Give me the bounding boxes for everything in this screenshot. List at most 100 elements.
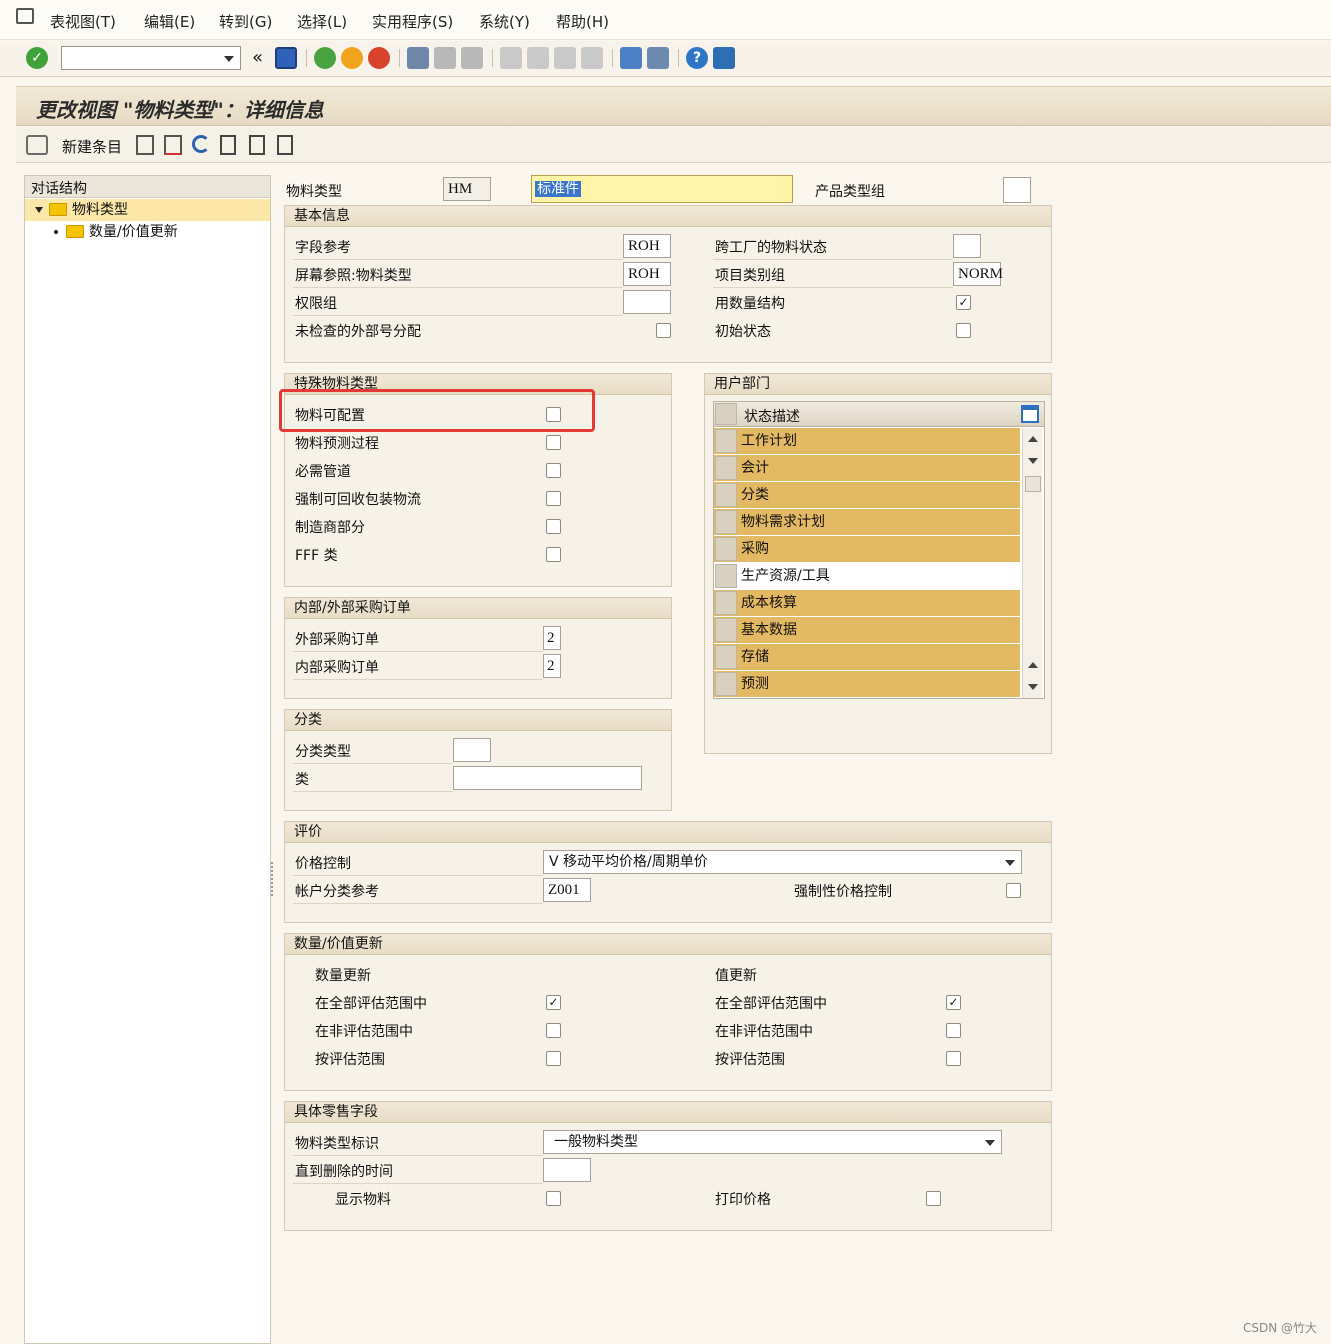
forced-price-control-checkbox[interactable] <box>1006 883 1021 898</box>
help-icon[interactable]: ? <box>686 47 708 69</box>
display-change-icon[interactable] <box>26 135 48 155</box>
menu-edit[interactable]: 编辑(E) <box>144 11 195 32</box>
class-type-field[interactable] <box>453 738 491 762</box>
scroll-up-icon[interactable] <box>1028 436 1038 442</box>
find-next-icon[interactable] <box>461 47 483 69</box>
table-row[interactable]: 工作计划 <box>714 428 1020 455</box>
row-selector[interactable] <box>715 618 737 642</box>
qty-structure-checkbox[interactable]: ✓ <box>956 295 971 310</box>
vertical-scrollbar[interactable] <box>1022 428 1042 698</box>
tree-item-material-type[interactable]: 物料类型 <box>25 199 270 221</box>
price-control-dropdown[interactable]: V 移动平均价格/周期单价 <box>543 850 1022 874</box>
print-price-checkbox[interactable] <box>926 1191 941 1206</box>
expand-triangle-icon[interactable] <box>35 207 43 213</box>
menu-goto[interactable]: 转到(G) <box>219 11 272 32</box>
row-selector[interactable] <box>715 564 737 588</box>
collapse-arrow-icon[interactable]: « <box>252 47 263 68</box>
qty-all-areas-checkbox[interactable]: ✓ <box>546 995 561 1010</box>
row-selector[interactable] <box>715 591 737 615</box>
print-icon[interactable] <box>407 47 429 69</box>
menu-selection[interactable]: 选择(L) <box>297 11 347 32</box>
class-field[interactable] <box>453 766 642 790</box>
table-settings-icon[interactable] <box>1021 405 1039 423</box>
menu-table-view[interactable]: 表视图(T) <box>50 11 116 32</box>
next-page-icon[interactable] <box>554 47 576 69</box>
enter-check-icon[interactable]: ✓ <box>26 47 48 69</box>
menu-system[interactable]: 系统(Y) <box>479 11 530 32</box>
field-ref-field[interactable]: ROH <box>623 234 671 258</box>
chevron-down-icon[interactable] <box>985 1140 995 1146</box>
item-category-group-field[interactable]: NORM <box>953 262 1003 286</box>
qty-no-areas-checkbox[interactable] <box>546 1023 561 1038</box>
scroll-thumb[interactable] <box>1025 476 1041 492</box>
mat-type-id-dropdown[interactable]: 一般物料类型 <box>543 1130 1002 1154</box>
first-page-icon[interactable] <box>500 47 522 69</box>
acct-cat-ref-field[interactable]: Z001 <box>543 878 591 902</box>
ext-po-field[interactable]: 2 <box>543 626 561 650</box>
cross-plant-status-field[interactable] <box>953 234 981 258</box>
row-selector[interactable] <box>715 510 737 534</box>
scroll-page-up-icon[interactable] <box>1028 662 1038 668</box>
back-icon[interactable] <box>314 47 336 69</box>
select-all-icon[interactable] <box>277 135 293 155</box>
exit-icon[interactable] <box>341 47 363 69</box>
table-row[interactable]: 预测 <box>714 671 1020 698</box>
table-row[interactable]: 成本核算 <box>714 590 1020 617</box>
val-no-areas-checkbox[interactable] <box>946 1023 961 1038</box>
initial-status-checkbox[interactable] <box>956 323 971 338</box>
row-selector[interactable] <box>715 537 737 561</box>
row-selector[interactable] <box>715 672 737 696</box>
layout-menu-icon[interactable] <box>713 47 735 69</box>
auth-group-field[interactable] <box>623 290 671 314</box>
product-type-group-field[interactable] <box>1003 177 1031 203</box>
new-entries-button[interactable]: 新建条目 <box>62 136 122 157</box>
row-selector[interactable] <box>715 456 737 480</box>
fff-class-checkbox[interactable] <box>546 547 561 562</box>
save-icon[interactable] <box>275 47 297 69</box>
manufacturer-part-checkbox[interactable] <box>546 519 561 534</box>
last-page-icon[interactable] <box>581 47 603 69</box>
table-row[interactable]: 会计 <box>714 455 1020 482</box>
select-all-cell[interactable] <box>715 403 737 425</box>
menu-utilities[interactable]: 实用程序(S) <box>372 11 453 32</box>
row-selector[interactable] <box>715 645 737 669</box>
next-entry-icon[interactable] <box>249 135 265 155</box>
returnable-packaging-checkbox[interactable] <box>546 491 561 506</box>
previous-page-icon[interactable] <box>527 47 549 69</box>
cancel-icon[interactable] <box>368 47 390 69</box>
find-icon[interactable] <box>434 47 456 69</box>
splitter-handle[interactable] <box>271 862 275 896</box>
tree-item-qty-value-update[interactable]: 数量/价值更新 <box>25 221 270 243</box>
int-po-field[interactable]: 2 <box>543 654 561 678</box>
undo-icon[interactable] <box>192 135 210 153</box>
table-row[interactable]: 基本数据 <box>714 617 1020 644</box>
menu-help[interactable]: 帮助(H) <box>556 11 609 32</box>
ext-no-checkbox[interactable] <box>656 323 671 338</box>
table-row[interactable]: 存储 <box>714 644 1020 671</box>
until-deletion-field[interactable] <box>543 1158 591 1182</box>
val-all-areas-checkbox[interactable]: ✓ <box>946 995 961 1010</box>
delete-icon[interactable] <box>164 135 182 155</box>
screen-ref-field[interactable]: ROH <box>623 262 671 286</box>
previous-entry-icon[interactable] <box>220 135 236 155</box>
pipeline-checkbox[interactable] <box>546 463 561 478</box>
column-header-status-desc[interactable]: 状态描述 <box>744 406 800 426</box>
material-type-desc-field[interactable]: 标准件 <box>531 175 793 203</box>
forecast-checkbox[interactable] <box>546 435 561 450</box>
shortcut-icon[interactable] <box>647 47 669 69</box>
qty-by-area-checkbox[interactable] <box>546 1051 561 1066</box>
scroll-down-icon[interactable] <box>1028 458 1038 464</box>
table-row[interactable]: 物料需求计划 <box>714 509 1020 536</box>
table-row[interactable]: 生产资源/工具 <box>714 563 1020 590</box>
chevron-down-icon[interactable] <box>1005 860 1015 866</box>
row-selector[interactable] <box>715 429 737 453</box>
new-session-icon[interactable] <box>620 47 642 69</box>
material-type-field[interactable]: HM <box>443 177 491 201</box>
display-material-checkbox[interactable] <box>546 1191 561 1206</box>
window-menu-icon[interactable] <box>16 8 34 24</box>
table-row[interactable]: 分类 <box>714 482 1020 509</box>
command-field[interactable] <box>61 46 241 70</box>
table-row[interactable]: 采购 <box>714 536 1020 563</box>
scroll-page-down-icon[interactable] <box>1028 684 1038 690</box>
val-by-area-checkbox[interactable] <box>946 1051 961 1066</box>
